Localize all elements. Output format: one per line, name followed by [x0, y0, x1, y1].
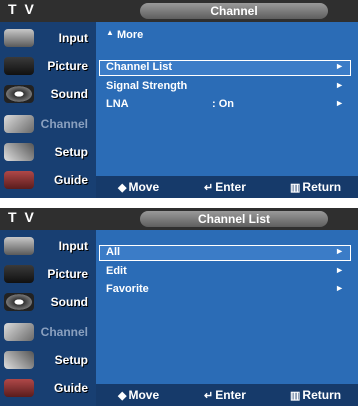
guide-icon — [4, 379, 34, 397]
menu-item-all[interactable]: All ► — [99, 245, 351, 261]
input-icon — [4, 29, 34, 47]
move-hint: ◆ Move — [118, 180, 159, 194]
more-indicator[interactable]: ▲ More — [106, 28, 143, 41]
sidebar-item-setup[interactable]: Setup — [0, 140, 96, 164]
menu-item-label: Edit — [106, 265, 127, 277]
move-icon: ◆ — [118, 390, 127, 402]
enter-label: Enter — [215, 180, 246, 194]
sidebar-item-guide[interactable]: Guide — [0, 168, 96, 192]
enter-icon: ↵ — [204, 390, 214, 402]
return-hint: ▥ Return — [290, 180, 341, 194]
enter-hint: ↵ Enter — [204, 388, 246, 402]
right-arrow-icon: ► — [335, 283, 344, 293]
guide-icon — [4, 171, 34, 189]
menu-list: ▲ More Channel List ► Signal Strength ► … — [96, 22, 358, 176]
menu-item-label: Channel List — [106, 61, 173, 73]
menu-list: All ► Edit ► Favorite ► — [96, 230, 358, 384]
input-icon — [4, 237, 34, 255]
sidebar-item-label: Guide — [53, 173, 88, 187]
move-icon: ◆ — [118, 182, 127, 194]
menu-item-label: LNA — [106, 98, 129, 110]
sidebar: Input Picture Sound Channel Setup Guide — [0, 22, 96, 198]
sidebar-item-label: Setup — [54, 145, 88, 159]
sound-icon — [4, 293, 34, 311]
tv-label: T V — [8, 209, 36, 225]
menu-item-favorite[interactable]: Favorite ► — [100, 283, 350, 297]
sidebar-item-channel[interactable]: Channel — [0, 320, 96, 344]
sidebar-item-label: Channel — [40, 117, 88, 131]
menu-item-value: : On — [212, 98, 234, 110]
channel-icon — [4, 115, 34, 133]
sidebar-item-input[interactable]: Input — [0, 234, 96, 258]
sidebar-item-label: Setup — [54, 353, 88, 367]
sidebar-item-label: Sound — [50, 295, 88, 309]
sound-icon — [4, 85, 34, 103]
sidebar-item-label: Guide — [53, 381, 88, 395]
return-icon: ▥ — [290, 390, 301, 402]
sidebar: Input Picture Sound Channel Setup Guide — [0, 230, 96, 406]
channel-menu-panel: T V Channel Input Picture Sound Channel … — [0, 0, 358, 198]
right-arrow-icon: ► — [335, 61, 344, 71]
menu-item-channel-list[interactable]: Channel List ► — [99, 60, 351, 76]
move-label: Move — [128, 180, 160, 194]
sidebar-item-channel[interactable]: Channel — [0, 112, 96, 136]
sidebar-item-label: Picture — [47, 59, 88, 73]
sidebar-item-sound[interactable]: Sound — [0, 290, 96, 314]
more-label: More — [116, 29, 144, 41]
footer-hints: ◆ Move ↵ Enter ▥ Return — [96, 384, 358, 406]
right-arrow-icon: ► — [335, 98, 344, 108]
return-label: Return — [302, 388, 342, 402]
sidebar-item-label: Input — [58, 31, 88, 45]
picture-icon — [4, 57, 34, 75]
channel-icon — [4, 323, 34, 341]
setup-icon — [4, 143, 34, 161]
menu-item-label: Signal Strength — [106, 80, 188, 92]
right-arrow-icon: ► — [335, 246, 344, 256]
up-arrow-icon: ▲ — [106, 28, 114, 37]
sidebar-item-guide[interactable]: Guide — [0, 376, 96, 400]
menu-header: T V Channel — [0, 0, 358, 22]
enter-hint: ↵ Enter — [204, 180, 246, 194]
move-label: Move — [128, 388, 160, 402]
picture-icon — [4, 265, 34, 283]
sidebar-item-label: Channel — [40, 325, 88, 339]
menu-item-label: All — [106, 246, 121, 258]
sidebar-item-picture[interactable]: Picture — [0, 54, 96, 78]
channel-list-panel: T V Channel List Input Picture Sound Cha… — [0, 208, 358, 406]
right-arrow-icon: ► — [335, 265, 344, 275]
menu-item-edit[interactable]: Edit ► — [100, 265, 350, 279]
sidebar-item-picture[interactable]: Picture — [0, 262, 96, 286]
sidebar-item-label: Picture — [47, 267, 88, 281]
menu-title: Channel List — [140, 211, 328, 227]
return-label: Return — [302, 180, 342, 194]
sidebar-item-label: Input — [58, 239, 88, 253]
sidebar-item-label: Sound — [50, 87, 88, 101]
menu-item-lna[interactable]: LNA : On ► — [100, 98, 350, 112]
menu-header: T V Channel List — [0, 208, 358, 230]
menu-title: Channel — [140, 3, 328, 19]
setup-icon — [4, 351, 34, 369]
right-arrow-icon: ► — [335, 80, 344, 90]
move-hint: ◆ Move — [118, 388, 159, 402]
enter-label: Enter — [215, 388, 246, 402]
footer-hints: ◆ Move ↵ Enter ▥ Return — [96, 176, 358, 198]
return-hint: ▥ Return — [290, 388, 341, 402]
enter-icon: ↵ — [204, 182, 214, 194]
tv-label: T V — [8, 1, 36, 17]
sidebar-item-setup[interactable]: Setup — [0, 348, 96, 372]
menu-item-label: Favorite — [106, 283, 149, 295]
sidebar-item-input[interactable]: Input — [0, 26, 96, 50]
menu-item-signal-strength[interactable]: Signal Strength ► — [100, 80, 350, 94]
return-icon: ▥ — [290, 182, 301, 194]
sidebar-item-sound[interactable]: Sound — [0, 82, 96, 106]
